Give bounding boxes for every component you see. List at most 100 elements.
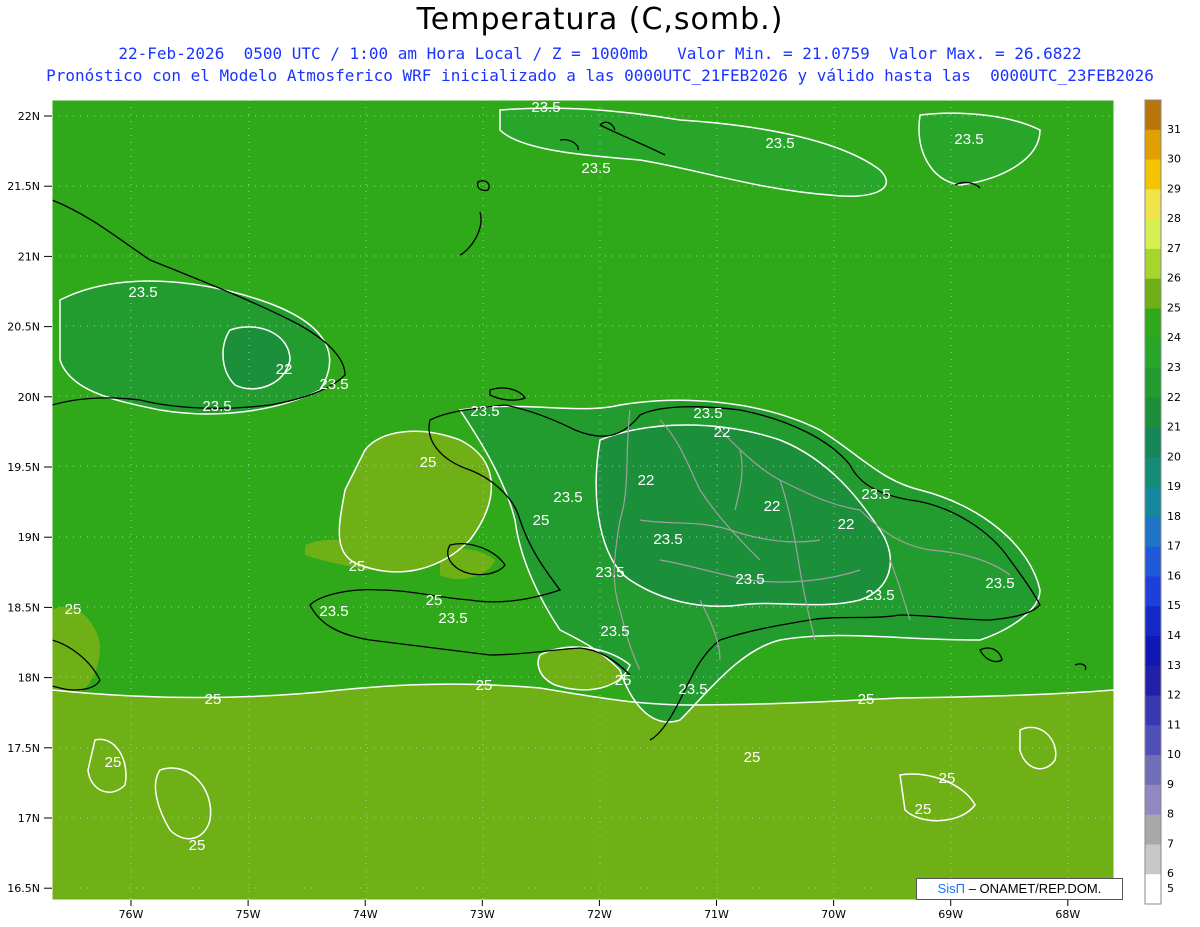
colorbar-swatch [1145, 725, 1161, 756]
contour-label: 23.5 [985, 575, 1014, 592]
contour-label: 22 [276, 361, 293, 378]
colorbar-label: 20 [1167, 450, 1181, 463]
colorbar-label: 17 [1167, 540, 1181, 553]
colorbar-swatch [1145, 248, 1161, 280]
lat-tick-label: 21.5N [7, 180, 40, 193]
colorbar-swatch [1145, 516, 1161, 548]
colorbar-label: 15 [1167, 599, 1181, 612]
longitude-axis: 76W 75W 74W 73W 72W 71W 70W 69W 68W [119, 900, 1080, 921]
colorbar-swatch [1145, 219, 1161, 250]
lon-tick-label: 74W [353, 908, 378, 921]
contour-label: 25 [476, 677, 493, 694]
contour-label: 23.5 [765, 135, 794, 152]
colorbar-swatch [1145, 189, 1161, 220]
colorbar-swatch [1145, 755, 1161, 786]
credit-brand: SisΠ [937, 881, 966, 896]
lat-tick-label: 22N [18, 110, 40, 123]
colorbar-label: 10 [1167, 748, 1181, 761]
lon-tick-label: 71W [704, 908, 729, 921]
lon-tick-label: 69W [938, 908, 963, 921]
lat-tick-label: 20N [18, 391, 40, 404]
contour-label: 23.5 [865, 587, 894, 604]
lat-tick-label: 16.5N [7, 882, 40, 895]
colorbar-label: 21 [1167, 421, 1181, 434]
colorbar-swatch [1145, 100, 1161, 131]
lat-tick-label: 19N [18, 531, 40, 544]
colorbar-swatch [1145, 397, 1161, 429]
lon-tick-label: 75W [236, 908, 261, 921]
colorbar-swatch [1145, 844, 1161, 875]
contour-label: 25 [744, 749, 761, 766]
colorbar-label: 24 [1167, 331, 1181, 344]
contour-label: 23.5 [581, 160, 610, 177]
colorbar-label: 6 [1167, 867, 1174, 880]
contour-label: 23.5 [861, 486, 890, 503]
colorbar-label: 7 [1167, 837, 1174, 850]
subtitle-valid-time: 22-Feb-2026 0500 UTC / 1:00 am Hora Loca… [118, 44, 1082, 63]
lat-tick-label: 17N [18, 812, 40, 825]
lat-tick-label: 18N [18, 672, 40, 685]
colorbar-label: 19 [1167, 480, 1181, 493]
colorbar-swatch [1145, 576, 1161, 607]
contour-label: 23.5 [128, 284, 157, 301]
colorbar-label: 28 [1167, 212, 1181, 225]
colorbar-label: 13 [1167, 659, 1181, 672]
field-25-south [52, 684, 1114, 900]
forecast-map: 23.5 23.5 23.5 23.5 23.5 22 23.5 23.5 23.5 23.5 22… [7, 99, 1181, 921]
contour-label: 25 [205, 691, 222, 708]
colorbar-swatch [1145, 457, 1161, 488]
contour-label: 23.5 [553, 489, 582, 506]
contour-label: 23.5 [653, 531, 682, 548]
contour-label: 25 [426, 592, 443, 609]
colorbar-swatch [1145, 814, 1161, 845]
subtitle-model-info: Pronóstico con el Modelo Atmosferico WRF… [46, 66, 1154, 85]
colorbar-label: 5 [1167, 882, 1174, 895]
colorbar-swatch [1145, 487, 1161, 518]
colorbar-label: 23 [1167, 361, 1181, 374]
colorbar-label: 16 [1167, 569, 1181, 582]
lat-tick-label: 20.5N [7, 321, 40, 334]
contour-label: 25 [420, 454, 437, 471]
colorbar-swatch [1145, 129, 1161, 161]
lat-tick-label: 19.5N [7, 461, 40, 474]
contour-label: 23.5 [470, 403, 499, 420]
latitude-axis: 22N 21.5N 21N 20.5N 20N 19.5N 19N 18.5N 18N 17.5N… [7, 110, 52, 895]
colorbar-label: 22 [1167, 391, 1181, 404]
lon-tick-label: 72W [587, 908, 612, 921]
contour-label: 25 [189, 837, 206, 854]
lon-tick-label: 68W [1055, 908, 1080, 921]
colorbar-label: 30 [1167, 153, 1181, 166]
contour-label: 23.5 [531, 99, 560, 116]
colorbar-swatch [1145, 427, 1161, 458]
lon-tick-label: 70W [821, 908, 846, 921]
credit-box: SisΠ – ONAMET/REP.DOM. [916, 878, 1123, 900]
contour-label: 25 [105, 754, 122, 771]
lat-tick-label: 21N [18, 250, 40, 263]
colorbar-label: 27 [1167, 242, 1181, 255]
colorbar-label: 31 [1167, 123, 1181, 136]
contour-label: 23.5 [438, 610, 467, 627]
colorbar-swatch [1145, 695, 1161, 726]
colorbar-label: 29 [1167, 182, 1181, 195]
colorbar-swatch [1145, 636, 1161, 667]
contour-label: 25 [349, 558, 366, 575]
contour-label: 22 [764, 498, 781, 515]
colorbar-label: 11 [1167, 718, 1181, 731]
lon-tick-label: 73W [470, 908, 495, 921]
contour-label: 25 [939, 770, 956, 787]
contour-label: 23.5 [319, 603, 348, 620]
contour-label: 23.5 [319, 376, 348, 393]
page-title: Temperatura (C,somb.) [416, 2, 784, 37]
contour-label: 25 [915, 801, 932, 818]
colorbar-swatch [1145, 338, 1161, 369]
contour-label: 22 [638, 472, 655, 489]
colorbar-label: 12 [1167, 689, 1181, 702]
contour-label: 25 [533, 512, 550, 529]
colorbar-swatch [1145, 546, 1161, 577]
contour-label: 25 [858, 691, 875, 708]
contour-label: 23.5 [202, 398, 231, 415]
contour-label: 22 [838, 516, 855, 533]
colorbar-label: 8 [1167, 808, 1174, 821]
contour-label: 23.5 [954, 131, 983, 148]
colorbar-label: 9 [1167, 778, 1174, 791]
